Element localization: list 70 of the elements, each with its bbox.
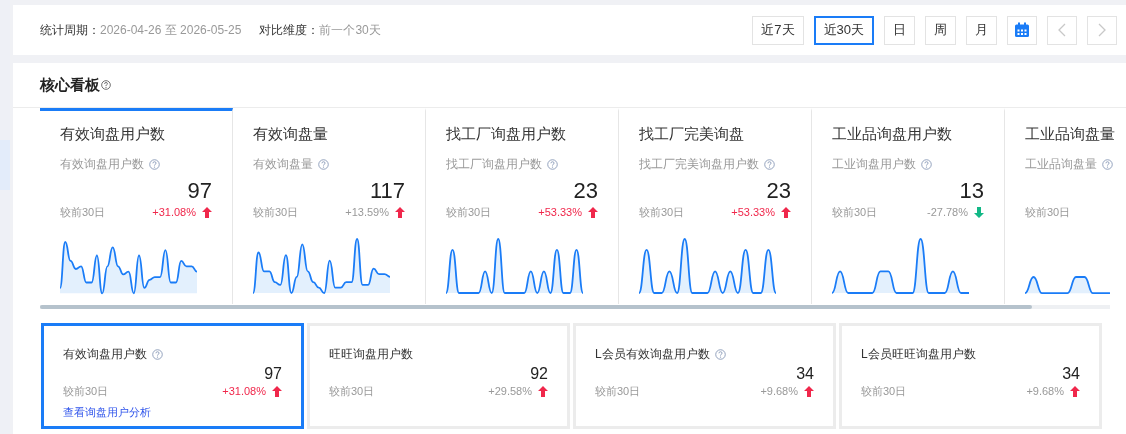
metric-value: 13 (959, 178, 984, 204)
compare-period: 较前30日 (329, 383, 375, 399)
help-icon[interactable] (101, 80, 111, 90)
dashboard-title: 核心看板 (40, 75, 100, 95)
compare-period: 较前30日 (832, 204, 878, 220)
metric-value: 97 (187, 178, 212, 204)
compare-period: 较前30日 (253, 204, 299, 220)
chevron-left-icon (1058, 23, 1066, 37)
metric-tab[interactable]: 找工厂完美询盘 找工厂完美询盘用户数 23 较前30日 +53.33% (619, 108, 812, 304)
range-button[interactable]: 月 (966, 15, 997, 45)
metric-tab[interactable]: 工业品询盘用户数 工业询盘用户数 13 较前30日 -27.78% (812, 108, 1005, 304)
change-percent: +53.33% (538, 206, 582, 218)
metric-subtitle: 有效询盘用户数 (60, 156, 144, 173)
range-button[interactable]: 周 (925, 15, 956, 45)
metric-subtitle: 找工厂询盘用户数 (446, 156, 542, 173)
metric-title: 工业品询盘用户数 (832, 125, 952, 144)
card-value: 97 (264, 365, 282, 383)
metric-card[interactable]: L会员旺旺询盘用户数 34 较前30日 +9.68% (839, 323, 1102, 429)
metric-title: 有效询盘量 (253, 125, 328, 144)
metric-subtitle: 找工厂完美询盘用户数 (639, 156, 759, 173)
metric-subtitle: 工业询盘用户数 (832, 156, 916, 173)
calendar-icon (1014, 22, 1030, 38)
metric-tab[interactable]: 工业品询盘量 工业品询盘量 较前30日 (1005, 108, 1126, 304)
metric-value: 117 (369, 178, 405, 204)
compare-period: 较前30日 (63, 383, 109, 399)
card-value: 92 (530, 365, 548, 383)
compare-period: 较前30日 (639, 204, 685, 220)
metric-tab[interactable]: 有效询盘用户数 有效询盘用户数 97 较前30日 +31.08% (40, 108, 233, 304)
period-label: 统计周期： (40, 21, 100, 39)
period-value: 2026-04-26 至 2026-05-25 (100, 21, 242, 39)
metric-tab[interactable]: 有效询盘量 有效询盘量 117 较前30日 +13.59% (233, 108, 426, 304)
card-title: L会员有效询盘用户数 (595, 346, 710, 363)
metric-title: 有效询盘用户数 (60, 125, 165, 144)
metric-card[interactable]: 有效询盘用户数 97 较前30日 +31.08% 查看询盘用户分析 (41, 323, 304, 429)
analysis-link[interactable]: 查看询盘用户分析 (63, 405, 151, 420)
compare-period: 较前30日 (60, 204, 106, 220)
card-title: 旺旺询盘用户数 (329, 346, 413, 363)
metric-value: 23 (766, 178, 791, 204)
compare-period: 较前30日 (595, 383, 641, 399)
range-button[interactable]: 近7天 (752, 15, 804, 45)
compare-period: 较前30日 (1025, 204, 1071, 220)
card-value: 34 (796, 365, 814, 383)
change-percent: +9.68% (1026, 385, 1064, 397)
metric-tab[interactable]: 找工厂询盘用户数 找工厂询盘用户数 23 较前30日 +53.33% (426, 108, 619, 304)
change-percent: +53.33% (731, 206, 775, 218)
change-percent: +9.68% (760, 385, 798, 397)
metric-title: 找工厂完美询盘 (639, 125, 744, 144)
chevron-right-icon (1098, 23, 1106, 37)
compare-label: 对比维度： (259, 21, 320, 39)
metric-card[interactable]: 旺旺询盘用户数 92 较前30日 +29.58% (307, 323, 570, 429)
range-button[interactable]: 近30天 (813, 15, 874, 45)
change-percent: +13.59% (345, 206, 389, 218)
card-title: L会员旺旺询盘用户数 (861, 346, 976, 363)
metric-card[interactable]: L会员有效询盘用户数 34 较前30日 +9.68% (573, 323, 836, 429)
range-button[interactable]: 日 (884, 15, 915, 45)
compare-period: 较前30日 (861, 383, 907, 399)
metric-subtitle: 有效询盘量 (253, 156, 313, 173)
metric-title: 工业品询盘量 (1025, 125, 1115, 144)
calendar-button[interactable] (1007, 15, 1037, 45)
metric-subtitle: 工业品询盘量 (1025, 156, 1097, 173)
change-percent: +31.08% (222, 385, 266, 397)
compare-value: 前一个30天 (319, 21, 381, 39)
card-value: 34 (1062, 365, 1080, 383)
compare-period: 较前30日 (446, 204, 492, 220)
change-percent: +31.08% (152, 206, 196, 218)
card-title: 有效询盘用户数 (63, 346, 147, 363)
change-percent: -27.78% (927, 206, 968, 218)
metric-title: 找工厂询盘用户数 (446, 125, 566, 144)
change-percent: +29.58% (488, 385, 532, 397)
metric-value: 23 (573, 178, 598, 204)
